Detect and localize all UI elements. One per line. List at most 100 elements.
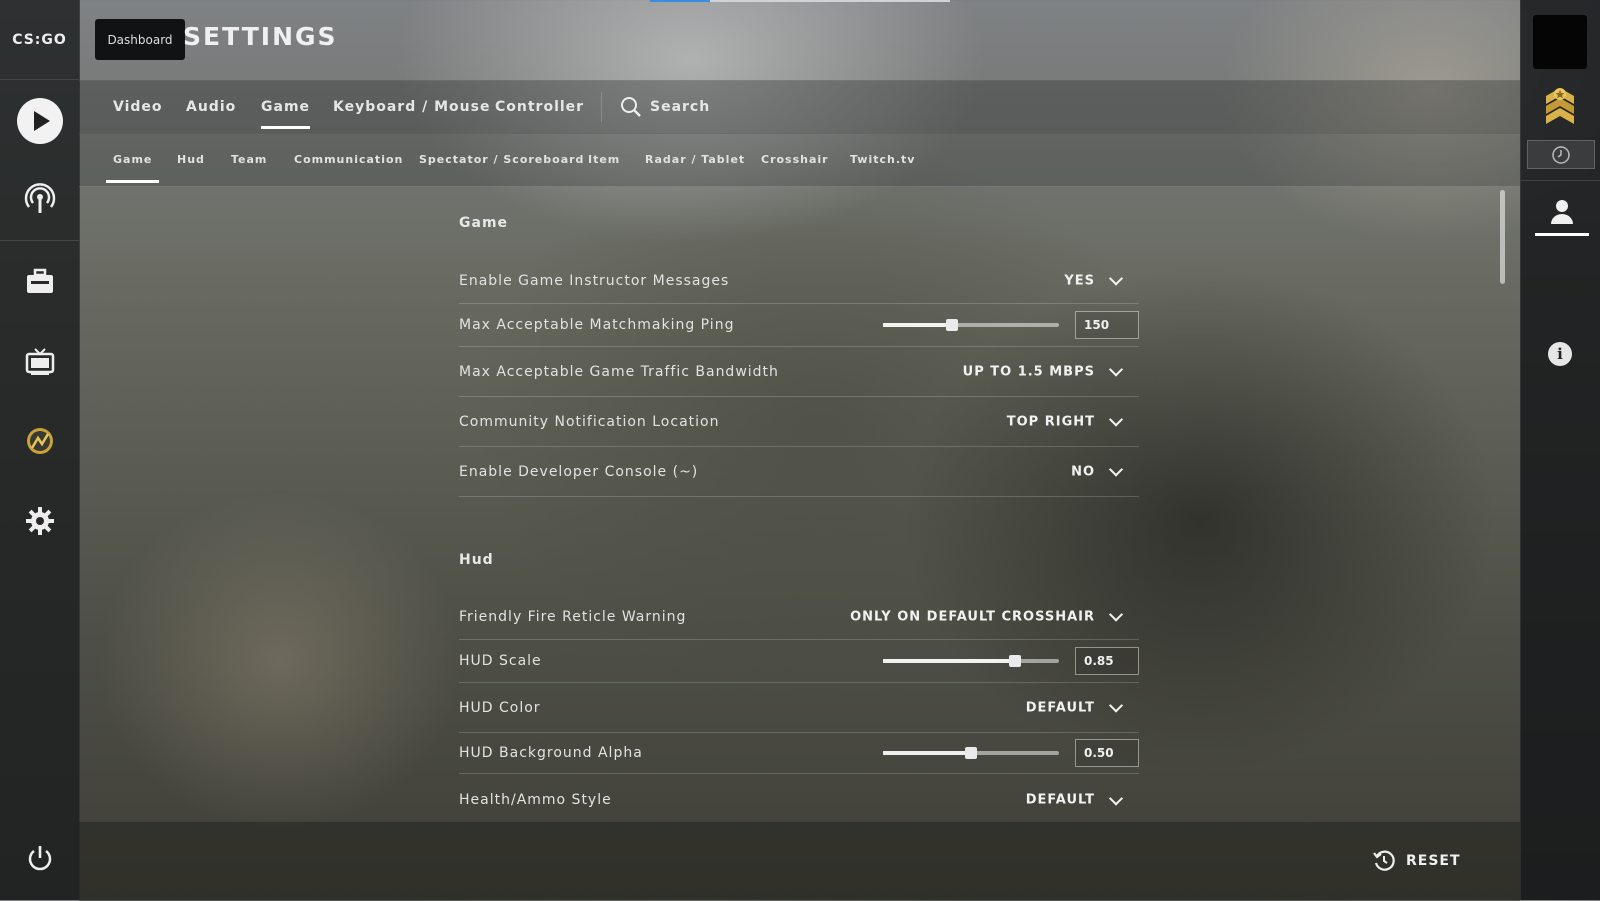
right-sidebar: i bbox=[1520, 0, 1600, 900]
ping-slider[interactable] bbox=[883, 319, 1059, 331]
subtab-twitch[interactable]: Twitch.tv bbox=[850, 133, 915, 186]
setting-row: Enable Developer Console (~) NO bbox=[459, 447, 1139, 497]
setting-dropdown[interactable]: DEFAULT bbox=[1025, 790, 1139, 808]
chevron-down-icon bbox=[1108, 462, 1124, 477]
inventory-button[interactable] bbox=[0, 249, 79, 313]
subtab-game[interactable]: Game bbox=[105, 133, 160, 186]
setting-label: Max Acceptable Game Traffic Bandwidth bbox=[459, 363, 779, 380]
gear-icon bbox=[25, 507, 54, 535]
hud-alpha-value-field[interactable]: 0.50 bbox=[1075, 739, 1139, 767]
setting-row: HUD Color DEFAULT bbox=[459, 683, 1139, 733]
subtab-radar-tablet[interactable]: Radar / Tablet bbox=[645, 133, 745, 186]
dropdown-value: ONLY ON DEFAULT CROSSHAIR bbox=[850, 609, 1095, 624]
dropdown-value: UP TO 1.5 MBPS bbox=[962, 364, 1095, 379]
reset-button[interactable]: RESET bbox=[1372, 849, 1461, 873]
setting-dropdown[interactable]: ONLY ON DEFAULT CROSSHAIR bbox=[850, 607, 1139, 624]
setting-dropdown[interactable]: UP TO 1.5 MBPS bbox=[962, 362, 1139, 379]
power-icon bbox=[28, 846, 51, 871]
ping-value-field[interactable]: 150 bbox=[1075, 311, 1139, 339]
setting-row: Community Notification Location TOP RIGH… bbox=[459, 397, 1139, 447]
setting-dropdown[interactable]: NO bbox=[1071, 462, 1139, 479]
left-sidebar: CS:GO bbox=[0, 0, 80, 900]
chevron-down-icon bbox=[1108, 271, 1124, 286]
logo-text: CS:GO bbox=[12, 31, 67, 48]
chevron-down-icon bbox=[1108, 790, 1124, 806]
setting-row: Enable Game Instructor Messages YES bbox=[459, 258, 1139, 304]
search-label: Search bbox=[650, 98, 711, 115]
setting-label: Health/Ammo Style bbox=[459, 792, 612, 808]
setting-label: Friendly Fire Reticle Warning bbox=[459, 608, 687, 625]
broadcast-button[interactable] bbox=[0, 168, 79, 232]
setting-dropdown[interactable]: YES bbox=[1064, 271, 1139, 288]
info-icon[interactable]: i bbox=[1548, 342, 1572, 366]
avatar[interactable] bbox=[1533, 15, 1587, 69]
tab-audio[interactable]: Audio bbox=[186, 80, 236, 133]
slider-handle[interactable] bbox=[1009, 655, 1021, 667]
tab-video[interactable]: Video bbox=[113, 80, 163, 133]
slider-fill bbox=[883, 323, 952, 327]
setting-label: Enable Developer Console (~) bbox=[459, 463, 699, 480]
setting-label: HUD Color bbox=[459, 699, 541, 716]
operation-icon bbox=[26, 428, 53, 454]
slider-handle[interactable] bbox=[945, 319, 958, 331]
main-tabs: Video Audio Game Keyboard / Mouse Contro… bbox=[79, 80, 1520, 134]
setting-row: Friendly Fire Reticle Warning ONLY ON DE… bbox=[459, 594, 1139, 640]
subtab-communication[interactable]: Communication bbox=[294, 133, 403, 186]
setting-label: HUD Scale bbox=[459, 653, 542, 669]
dropdown-value: DEFAULT bbox=[1025, 792, 1095, 808]
subtab-crosshair[interactable]: Crosshair bbox=[761, 133, 829, 186]
chevron-down-icon bbox=[1108, 698, 1124, 713]
clock-icon bbox=[1552, 145, 1570, 164]
watch-button[interactable] bbox=[0, 329, 79, 393]
friends-button[interactable] bbox=[1535, 190, 1589, 236]
inventory-icon bbox=[26, 268, 53, 293]
hud-scale-value-field[interactable]: 0.85 bbox=[1075, 647, 1139, 675]
slider-fill bbox=[883, 751, 971, 755]
content-scrollbar[interactable] bbox=[1500, 190, 1505, 284]
setting-row: Max Acceptable Matchmaking Ping 150 bbox=[459, 304, 1139, 347]
settings-button[interactable] bbox=[0, 489, 79, 553]
dropdown-value: NO bbox=[1071, 464, 1095, 479]
section-title-game: Game bbox=[459, 215, 509, 231]
reset-label: RESET bbox=[1406, 853, 1461, 869]
top-progress-bar bbox=[650, 0, 950, 2]
play-button[interactable] bbox=[0, 89, 79, 153]
hud-alpha-slider[interactable] bbox=[883, 747, 1059, 759]
setting-label: HUD Background Alpha bbox=[459, 745, 643, 761]
setting-row: HUD Scale 0.85 bbox=[459, 640, 1139, 683]
setting-label: Enable Game Instructor Messages bbox=[459, 272, 730, 289]
top-progress-fill bbox=[650, 0, 710, 2]
section-title-hud: Hud bbox=[459, 552, 494, 568]
setting-row: Max Acceptable Game Traffic Bandwidth UP… bbox=[459, 347, 1139, 397]
tab-keyboard-mouse[interactable]: Keyboard / Mouse bbox=[333, 80, 490, 133]
subtab-hud[interactable]: Hud bbox=[177, 133, 205, 186]
tab-divider bbox=[601, 92, 602, 122]
power-button[interactable] bbox=[0, 826, 79, 890]
setting-row: Health/Ammo Style DEFAULT bbox=[459, 778, 1139, 822]
slider-handle[interactable] bbox=[965, 747, 977, 759]
person-icon bbox=[1551, 199, 1573, 224]
setting-dropdown[interactable]: TOP RIGHT bbox=[1006, 412, 1139, 429]
reset-icon bbox=[1373, 850, 1395, 871]
rank-icon[interactable] bbox=[1543, 84, 1577, 134]
watch-tv-icon bbox=[25, 348, 54, 375]
setting-dropdown[interactable]: DEFAULT bbox=[1025, 698, 1139, 715]
subtab-team[interactable]: Team bbox=[231, 133, 267, 186]
hud-scale-slider[interactable] bbox=[883, 655, 1059, 667]
dropdown-value: DEFAULT bbox=[1025, 700, 1095, 715]
broadcast-icon bbox=[24, 183, 55, 213]
footer bbox=[79, 821, 1520, 901]
tab-game[interactable]: Game bbox=[261, 80, 311, 133]
subtab-spectator-scoreboard[interactable]: Spectator / Scoreboard bbox=[419, 133, 584, 186]
chevron-down-icon bbox=[1108, 412, 1124, 427]
clock-button[interactable] bbox=[1527, 140, 1595, 169]
chevron-down-icon bbox=[1108, 607, 1124, 622]
csgo-logo[interactable]: CS:GO bbox=[0, 0, 79, 80]
subtab-item[interactable]: Item bbox=[588, 133, 620, 186]
setting-row: HUD Background Alpha 0.50 bbox=[459, 733, 1139, 774]
search-button[interactable]: Search bbox=[620, 80, 710, 133]
tab-controller[interactable]: Controller bbox=[495, 80, 584, 133]
dashboard-tooltip: Dashboard bbox=[95, 19, 185, 60]
dropdown-value: TOP RIGHT bbox=[1006, 414, 1095, 429]
operation-button[interactable] bbox=[0, 409, 79, 473]
